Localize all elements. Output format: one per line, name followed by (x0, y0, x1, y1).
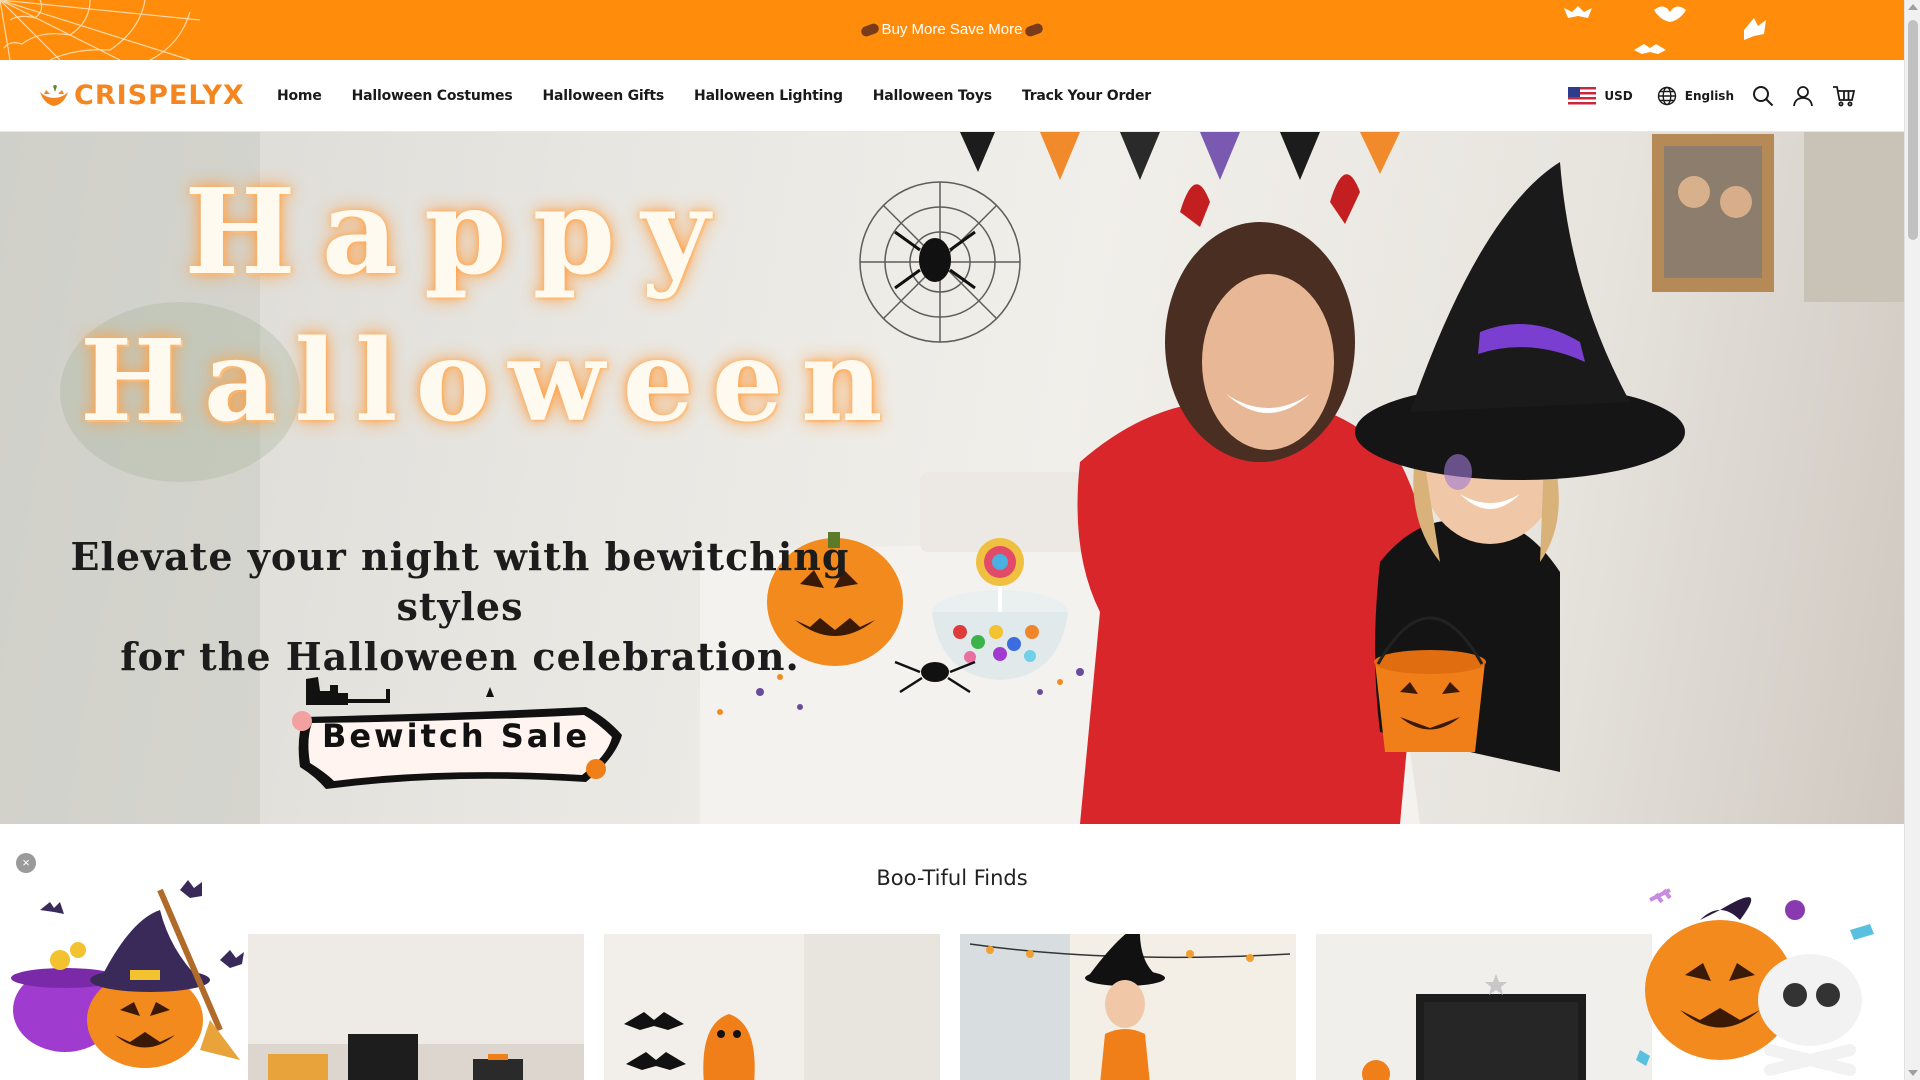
main-nav: Home Halloween Costumes Halloween Gifts … (277, 60, 1151, 132)
room-decor-image (1316, 934, 1652, 1080)
announcement-text: Buy More Save More (881, 21, 1023, 38)
bewitch-sale-button[interactable]: Bewitch Sale (286, 677, 626, 795)
nav-item-halloween-gifts[interactable]: Halloween Gifts (542, 88, 664, 104)
currency-selector[interactable]: USD (1568, 87, 1633, 105)
language-label: English (1684, 89, 1734, 103)
nav-item-home[interactable]: Home (277, 88, 322, 104)
hero-title-line2: Halloween (80, 316, 901, 447)
cart-icon[interactable] (1832, 85, 1856, 107)
currency-label: USD (1604, 89, 1633, 103)
product-card[interactable] (248, 934, 584, 1080)
plush-toys-image (604, 934, 940, 1080)
nav-item-track-order[interactable]: Track Your Order (1022, 88, 1151, 104)
gift-boxes-image (248, 934, 584, 1080)
pumpkin-skull-decoration (1636, 888, 1874, 1076)
globe-icon (1657, 86, 1676, 106)
hero-title-line1: Happy (184, 162, 736, 301)
hero-subtitle: Elevate your night with bewitching style… (60, 532, 860, 682)
candy-icon (859, 22, 880, 38)
hero-title: Happy Halloween (80, 157, 901, 457)
page: Buy More Save More CRISPELYX Home Hallow… (0, 0, 1920, 1080)
brand-logo[interactable]: CRISPELYX (38, 80, 245, 111)
page-scrollbar[interactable] (1904, 0, 1920, 1080)
hero-banner[interactable]: Happy Halloween Elevate your night with … (0, 132, 1904, 824)
search-icon[interactable] (1752, 85, 1774, 107)
close-icon[interactable]: × (16, 853, 36, 873)
product-card[interactable] (960, 934, 1296, 1080)
product-card[interactable] (1316, 934, 1652, 1080)
bewitch-sale-label: Bewitch Sale (321, 717, 591, 755)
header-tools: USD English (1568, 60, 1856, 132)
hero-subtitle-line2: for the Halloween celebration. (120, 634, 800, 679)
child-costume-image (960, 934, 1296, 1080)
user-icon[interactable] (1792, 85, 1814, 107)
candy-icon (1024, 22, 1045, 38)
brand-name: CRISPELYX (74, 80, 245, 111)
scrollbar-thumb[interactable] (1908, 20, 1918, 240)
section-title: Boo-Tiful Finds (876, 866, 1028, 890)
language-selector[interactable]: English (1657, 86, 1734, 106)
cauldron-pumpkin-decoration (11, 880, 244, 1068)
product-card[interactable] (604, 934, 940, 1080)
site-header: CRISPELYX Home Halloween Costumes Hallow… (0, 60, 1904, 132)
announcement-bar: Buy More Save More (0, 0, 1904, 60)
hero-subtitle-line1: Elevate your night with bewitching style… (70, 534, 850, 629)
pumpkin-logo-icon (40, 84, 68, 106)
nav-item-halloween-lighting[interactable]: Halloween Lighting (694, 88, 843, 104)
nav-item-halloween-toys[interactable]: Halloween Toys (873, 88, 992, 104)
us-flag-icon (1568, 87, 1597, 105)
product-cards (248, 934, 1652, 1080)
bats-decoration (1564, 6, 1766, 54)
nav-item-halloween-costumes[interactable]: Halloween Costumes (352, 88, 513, 104)
scroll-down-arrow-icon[interactable] (1908, 1070, 1918, 1076)
scroll-up-arrow-icon[interactable] (1908, 4, 1918, 10)
